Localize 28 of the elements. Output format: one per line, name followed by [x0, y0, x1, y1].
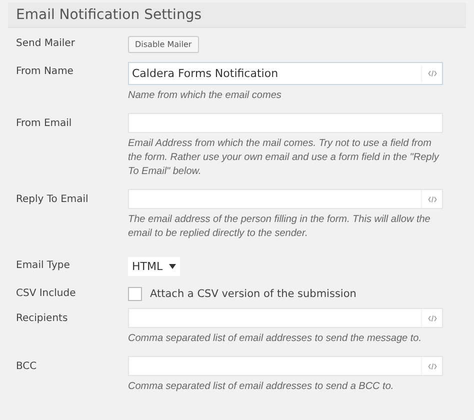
csv-checkbox[interactable]	[128, 287, 142, 301]
field-description: Comma separated list of email addresses to send a BCC to.	[128, 380, 395, 394]
dropdown-arrow-icon	[168, 264, 176, 269]
input-field[interactable]	[128, 356, 443, 376]
input-field[interactable]	[128, 113, 443, 133]
section-title: Email Notification Settings	[16, 7, 202, 23]
input-field[interactable]	[128, 308, 443, 328]
field-label: From Email	[16, 117, 73, 131]
field-label: Recipients	[16, 312, 69, 326]
field-label: Email Type	[16, 259, 71, 273]
code-icon	[428, 70, 436, 77]
field-description: Comma separated list of email addresses to send the message to.	[128, 332, 422, 346]
field-description: Name from which the email comes	[128, 89, 282, 103]
email-type-select[interactable]: HTML	[128, 257, 180, 276]
input-field[interactable]: Caldera Forms Notification	[128, 62, 443, 85]
field-label: Send Mailer	[16, 37, 76, 51]
input-field[interactable]	[128, 189, 443, 209]
code-icon	[428, 196, 436, 202]
field-description: Email Address from which the mail comes. Try not to use a field from the form. Rather use your own email and use a form field in the "Reply To Email" below.	[128, 137, 440, 179]
field-label: CSV Include	[16, 287, 77, 301]
field-label: Reply To Email	[16, 193, 90, 207]
disable-mailer-button[interactable]: Disable Mailer	[128, 36, 199, 53]
field-label: From Name	[16, 65, 74, 79]
code-icon	[428, 314, 436, 322]
field-description: The email address of the person filling in the form. This will allow the email to be replied directly to the sender.	[128, 213, 432, 241]
field-label: BCC	[16, 360, 38, 374]
checkbox-label: Attach a CSV version of the submission	[150, 288, 356, 300]
code-icon	[428, 362, 436, 370]
